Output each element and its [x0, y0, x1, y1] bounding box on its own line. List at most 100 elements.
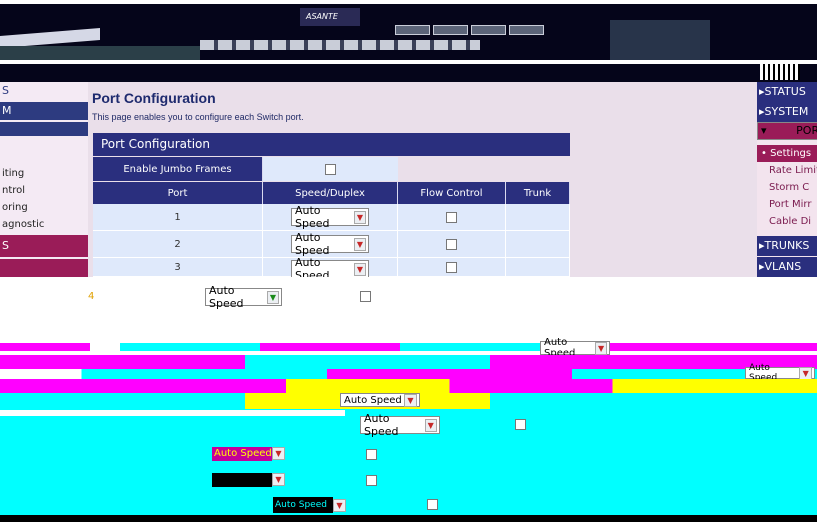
- page-title: Port Configuration: [92, 90, 216, 106]
- left-nav-item-cable-diagnostic[interactable]: agnostic: [0, 216, 88, 233]
- column-header-flow-control: Flow Control: [398, 182, 506, 204]
- column-header-trunk: Trunk: [506, 182, 570, 204]
- nav-item-cable-diagnostic[interactable]: Cable Di: [757, 213, 817, 230]
- glitch-speed-select-5[interactable]: Auto Speed: [273, 497, 333, 513]
- nav-trunks-label: TRUNKS: [764, 239, 810, 252]
- glitch-speed-value-4: Auto Speed: [214, 448, 272, 459]
- port-2-trunk-cell: [506, 231, 570, 258]
- chevron-down-icon: ▼: [799, 366, 812, 380]
- port-4-number: 4: [88, 291, 95, 302]
- column-header-port: Port: [93, 182, 263, 204]
- glitch-speed-select-2[interactable]: Auto Speed ▼: [745, 363, 815, 383]
- glitch-speed-value-5: Auto Speed: [275, 500, 327, 510]
- bullet-icon: •: [761, 148, 771, 159]
- banner-bars: [760, 64, 800, 80]
- chevron-down-icon: ▼: [272, 447, 285, 460]
- chevron-down-icon: ▼: [353, 262, 366, 276]
- chevron-down-icon: ▼: [353, 210, 366, 224]
- glitch-band: [0, 343, 817, 351]
- table-title: Port Configuration: [93, 133, 570, 156]
- glitch-band: [0, 410, 345, 416]
- port-speed-value-cyan: Auto Speed: [364, 412, 399, 438]
- port-flow-checkbox-cyan[interactable]: [515, 419, 526, 430]
- glitch-band: [0, 327, 817, 341]
- nav-item-settings[interactable]: • Settings: [757, 145, 817, 162]
- port-4-speed-value: Auto Speed: [209, 284, 244, 310]
- chevron-down-icon: ▼: [353, 237, 366, 251]
- port-1-number: 1: [93, 204, 263, 231]
- glitch-checkbox-1[interactable]: [366, 449, 377, 460]
- nav-system[interactable]: ▸SYSTEM: [757, 102, 817, 122]
- left-nav-item-port-mirroring[interactable]: oring: [0, 199, 88, 216]
- header-banner: ASANTE: [0, 0, 817, 82]
- chevron-down-icon: ▼: [272, 473, 285, 486]
- nav-ports[interactable]: ▾ PORTS: [757, 122, 817, 140]
- nav-item-storm-control[interactable]: Storm C: [757, 179, 817, 196]
- chevron-down-icon: ▼: [266, 290, 279, 304]
- brand-logo: ASANTE: [300, 8, 360, 26]
- port-1-speed-select[interactable]: Auto Speed ▼: [291, 204, 369, 230]
- lower-render-area: 4 Auto Speed ▼ Auto Speed ▼ Auto Speed ▼ Au…: [0, 277, 817, 522]
- glitch-band: [0, 355, 817, 369]
- port-2-speed-value: Auto Speed: [295, 231, 330, 257]
- port-3-speed-value: Auto Speed: [295, 256, 330, 277]
- port-2-flow-control-checkbox[interactable]: [446, 238, 457, 250]
- banner-strip-right: [610, 20, 710, 60]
- port-3-flow-cell: [398, 258, 506, 277]
- port-2-speed-cell: Auto Speed ▼: [263, 231, 398, 258]
- left-nav-item-storm-control[interactable]: ntrol: [0, 182, 88, 199]
- port-1-speed-cell: Auto Speed ▼: [263, 204, 398, 231]
- glitch-speed-select-1[interactable]: Auto Speed ▼: [540, 337, 610, 359]
- port-4-flow-control-checkbox[interactable]: [360, 291, 371, 302]
- nav-item-settings-label: Settings: [770, 148, 812, 159]
- glitch-black-select[interactable]: [212, 473, 272, 487]
- nav-vlans[interactable]: ▸VLANS: [757, 257, 817, 277]
- switch-port-graphic: [395, 25, 545, 35]
- jumbo-frames-label: Enable Jumbo Frames: [93, 157, 263, 181]
- left-nav-item-rate-limiting[interactable]: iting: [0, 165, 88, 182]
- chevron-down-icon: ▼: [404, 393, 417, 407]
- glitch-speed-select-4[interactable]: Auto Speed: [212, 447, 272, 461]
- port-3-trunk-cell: [506, 258, 570, 277]
- glitch-checkbox-2[interactable]: [366, 475, 377, 486]
- port-3-flow-control-checkbox[interactable]: [446, 261, 457, 273]
- port-2-speed-select[interactable]: Auto Speed ▼: [291, 231, 369, 257]
- banner-strip-left: [0, 46, 200, 60]
- port-1-flow-control-checkbox[interactable]: [446, 211, 457, 223]
- left-nav-vlans[interactable]: [0, 259, 88, 277]
- bottom-edge: [0, 515, 817, 522]
- nav-ports-label: PORTS: [796, 124, 817, 137]
- left-nav-header-3[interactable]: [0, 122, 88, 136]
- banner-bottom-rule: [0, 60, 817, 64]
- port-1-speed-value: Auto Speed: [295, 204, 330, 230]
- port-speed-select-cyan[interactable]: Auto Speed ▼: [360, 412, 440, 438]
- left-nav-trunks[interactable]: S: [0, 235, 88, 257]
- page-description: This page enables you to configure each …: [92, 112, 304, 122]
- banner-top-border: [0, 0, 817, 4]
- caret-down-icon: ▾: [761, 124, 767, 137]
- nav-item-rate-limit[interactable]: Rate Limit: [757, 162, 817, 179]
- nav-system-label: SYSTEM: [764, 105, 809, 118]
- glitch-band: [0, 449, 817, 522]
- port-4-speed-select[interactable]: Auto Speed ▼: [205, 284, 282, 310]
- left-navigation: S M iting ntrol oring agnostic S: [0, 82, 88, 277]
- chevron-down-icon: ▼: [424, 418, 437, 432]
- port-2-number: 2: [93, 231, 263, 258]
- left-nav-header-1[interactable]: S: [0, 82, 88, 100]
- glitch-speed-value-3: Auto Speed: [344, 394, 402, 406]
- right-navigation: ▸STATUS ▸SYSTEM ▾ PORTS • Settings Rate L…: [757, 82, 817, 277]
- port-3-speed-select[interactable]: Auto Speed ▼: [291, 256, 369, 277]
- port-3-number: 3: [93, 258, 263, 277]
- switch-port-row: [200, 40, 480, 50]
- nav-item-port-mirroring[interactable]: Port Mirr: [757, 196, 817, 213]
- port-4-row: 4 Auto Speed ▼: [0, 277, 485, 313]
- left-nav-header-2[interactable]: M: [0, 102, 88, 120]
- jumbo-frames-checkbox[interactable]: [325, 163, 336, 175]
- nav-trunks[interactable]: ▸TRUNKS: [757, 236, 817, 256]
- glitch-speed-select-3[interactable]: Auto Speed ▼: [340, 393, 420, 407]
- banner-device-graphic: [0, 28, 100, 48]
- glitch-checkbox-3[interactable]: [427, 499, 438, 510]
- chevron-down-icon: ▼: [333, 499, 346, 512]
- column-header-speed: Speed/Duplex: [263, 182, 398, 204]
- nav-status[interactable]: ▸STATUS: [757, 82, 817, 102]
